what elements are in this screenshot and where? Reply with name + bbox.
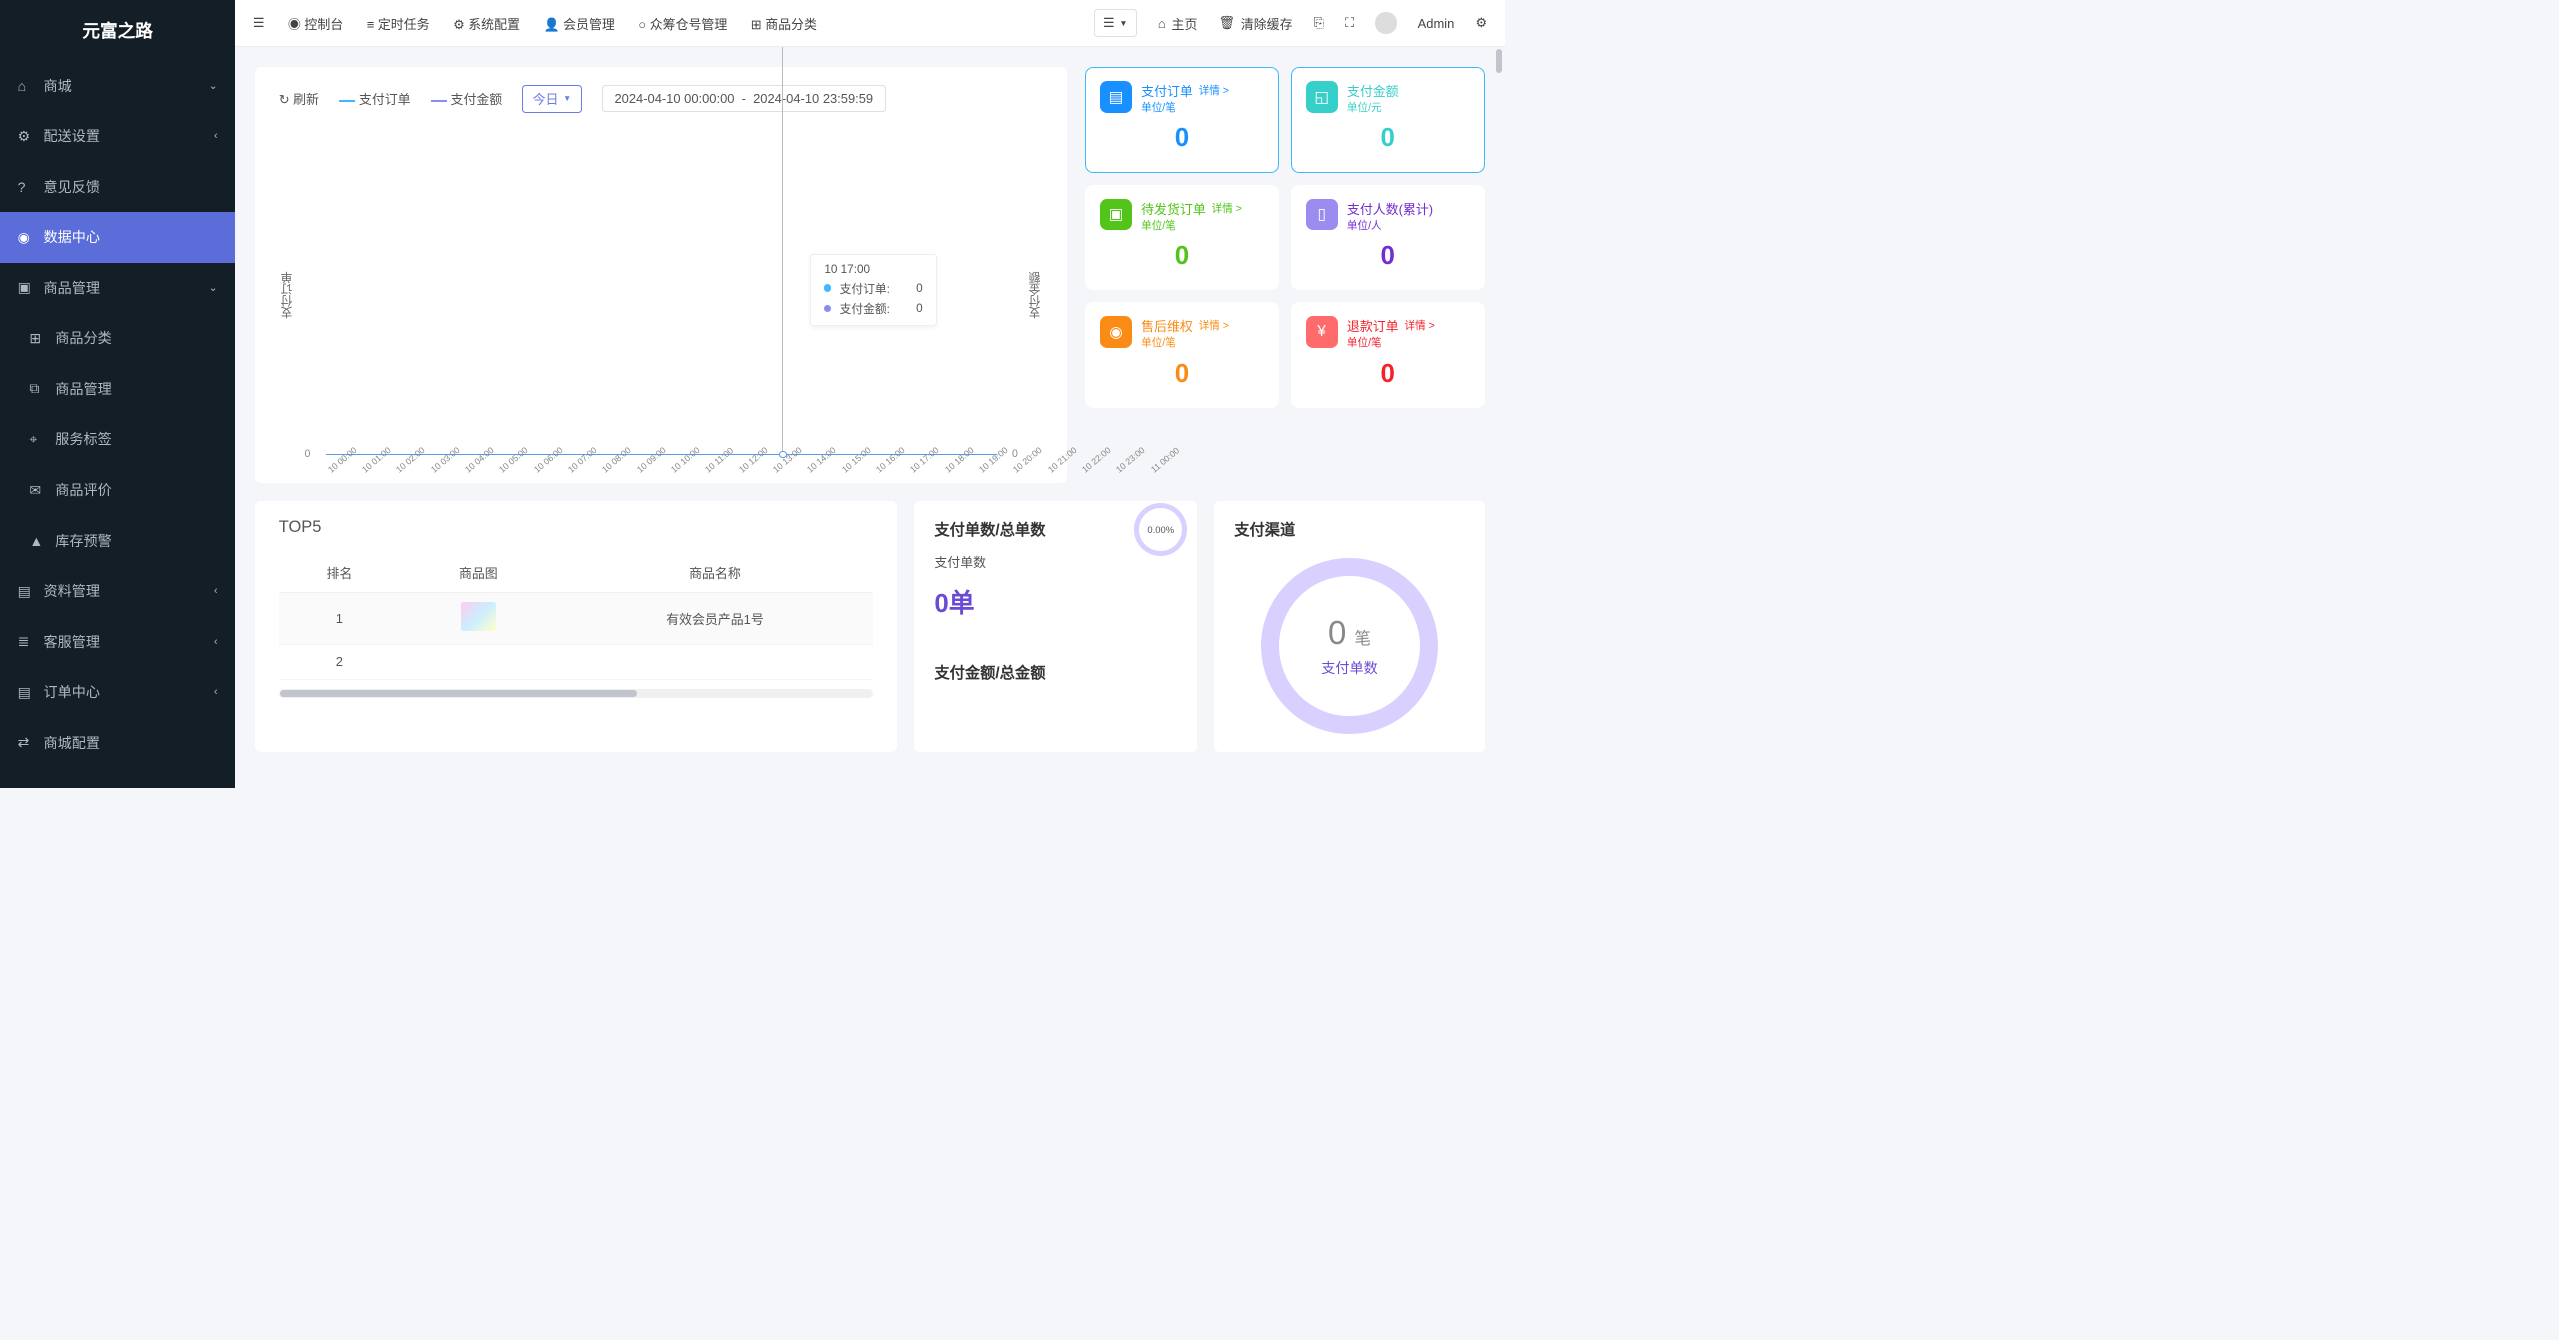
bag-icon: ⧉ [29,380,44,397]
home-link[interactable]: ⌂ 主页 [1158,14,1198,33]
file-icon: ▤ [18,684,33,701]
sidebar-item-12[interactable]: ▤订单中心‹ [0,667,235,718]
stat-card-0[interactable]: ▤支付订单详情 >单位/笔0 [1085,67,1279,173]
sidebar-item-10[interactable]: ▤资料管理‹ [0,566,235,617]
lang-icon[interactable]: ⎘ [1314,15,1324,31]
product-thumb [461,602,496,631]
ratio-donut: 0.00% [1134,503,1187,556]
sidebar-item-4[interactable]: ▣商品管理⌄ [0,263,235,314]
top5-title: TOP5 [279,518,874,537]
sidebar-item-7[interactable]: ⌖服务标签 [0,414,235,465]
legend-series-a: 支付订单 [339,89,411,108]
stat-card-1[interactable]: ◱支付金额单位/元0 [1291,67,1485,173]
topbar-item-4[interactable]: ○ 众筹仓号管理 [638,14,727,33]
list-icon: ≣ [18,633,33,650]
topbar-item-1[interactable]: ≡ 定时任务 [367,14,430,33]
detail-link[interactable]: 详情 > [1199,318,1229,333]
file-icon: ▤ [1100,81,1132,113]
table-scrollbar[interactable] [279,689,874,698]
home-icon: ⌂ [18,78,33,94]
detail-link[interactable]: 详情 > [1199,83,1229,98]
brand: 元富之路 [0,0,235,60]
chart-tooltip: 10 17:00 支付订单: 0 支付金额: 0 [810,254,936,326]
top5-table: 排名 商品图 商品名称 1有效会员产品1号2 [279,554,874,680]
warn-icon: ▲ [29,533,44,549]
file-icon: ▤ [18,583,33,600]
sidebar-item-9[interactable]: ▲库存预警 [0,515,235,566]
yen-icon: ¥ [1306,316,1338,348]
gear-icon: ⚙ [18,128,33,145]
help-icon: ? [18,179,33,195]
stat-card-2[interactable]: ▣待发货订单详情 >单位/笔0 [1085,185,1279,291]
refresh-button[interactable]: ↻ 刷新 [279,89,319,108]
dash-icon: ◉ [18,229,33,246]
shield-icon: ◉ [1100,316,1132,348]
sidebar-item-1[interactable]: ⚙配送设置‹ [0,111,235,162]
avatar[interactable] [1375,12,1396,33]
menu-toggle[interactable]: ☰ [253,15,265,31]
settings-icon[interactable]: ⚙ [1475,15,1487,31]
tree-icon: ⊞ [29,330,44,347]
user-name[interactable]: Admin [1418,16,1455,31]
chart[interactable]: 支付订单 支付金额 0 0 10 17:00 支付订单: 0 支付金额: 0 [279,124,1044,465]
topbar-item-3[interactable]: 👤 会员管理 [543,14,614,33]
sidebar-item-13[interactable]: ⇄商城配置 [0,718,235,769]
date-range-display[interactable]: 2024-04-10 00:00:00 - 2024-04-10 23:59:5… [602,85,886,111]
wallet-icon: ◱ [1306,81,1338,113]
ratio-panel: 支付单数/总单数 0.00% 支付单数 0单 支付金额/总金额 [914,501,1196,752]
sidebar-item-11[interactable]: ≣客服管理‹ [0,616,235,667]
sidebar-item-5[interactable]: ⊞商品分类 [0,313,235,364]
bar-icon: ▯ [1306,199,1338,231]
sliders-icon: ⇄ [18,734,33,751]
sidebar: 元富之路 ⌂商城⌄⚙配送设置‹?意见反馈◉数据中心▣商品管理⌄⊞商品分类⧉商品管… [0,0,235,788]
sidebar-item-2[interactable]: ?意见反馈 [0,161,235,212]
table-row[interactable]: 1有效会员产品1号 [279,592,874,644]
sidebar-item-3[interactable]: ◉数据中心 [0,212,235,263]
fullscreen-icon[interactable]: ⛶ [1345,15,1354,31]
sidebar-item-8[interactable]: ✉商品评价 [0,465,235,516]
sidebar-item-0[interactable]: ⌂商城⌄ [0,60,235,111]
topbar-item-2[interactable]: ⚙ 系统配置 [453,14,520,33]
box-icon: ▣ [1100,199,1132,231]
topbar: ☰ ◉ 控制台≡ 定时任务⚙ 系统配置👤 会员管理○ 众筹仓号管理⊞ 商品分类 … [235,0,1505,47]
date-range-button[interactable]: 今日 ▼ [522,85,582,113]
stat-card-4[interactable]: ◉售后维权详情 >单位/笔0 [1085,302,1279,408]
clear-cache[interactable]: 🗑 清除缓存 [1219,14,1293,33]
chart-panel: ↻ 刷新 支付订单 支付金额 今日 ▼ 2024-04-10 00:00:00 … [255,67,1067,483]
detail-link[interactable]: 详情 > [1404,318,1434,333]
legend-series-b: 支付金额 [431,89,503,108]
chart-cursor [782,47,783,455]
table-row[interactable]: 2 [279,644,874,679]
stat-card-3[interactable]: ▯支付人数(累计)单位/人0 [1291,185,1485,291]
topbar-item-0[interactable]: ◉ 控制台 [288,14,343,33]
y-right-label: 支付金额 [1027,271,1044,318]
scrollbar[interactable] [1496,49,1502,73]
x-axis-ticks: 10 00:0010 01:0010 02:0010 03:0010 04:00… [326,467,997,477]
y-left-label: 支付订单 [279,271,296,318]
chat-icon: ✉ [29,482,44,499]
channel-donut: 0笔 支付单数 [1261,558,1437,734]
topbar-item-5[interactable]: ⊞ 商品分类 [751,14,817,33]
channel-panel: 支付渠道 0笔 支付单数 [1214,501,1484,752]
top5-panel: TOP5 排名 商品图 商品名称 1有效会员产品1号2 [255,501,897,752]
tag-icon: ⌖ [29,431,44,448]
box-icon: ▣ [18,279,33,296]
detail-link[interactable]: 详情 > [1212,201,1242,216]
topbar-dropdown[interactable]: ☰ ▼ [1094,9,1137,36]
sidebar-item-6[interactable]: ⧉商品管理 [0,364,235,415]
stat-card-5[interactable]: ¥退款订单详情 >单位/笔0 [1291,302,1485,408]
